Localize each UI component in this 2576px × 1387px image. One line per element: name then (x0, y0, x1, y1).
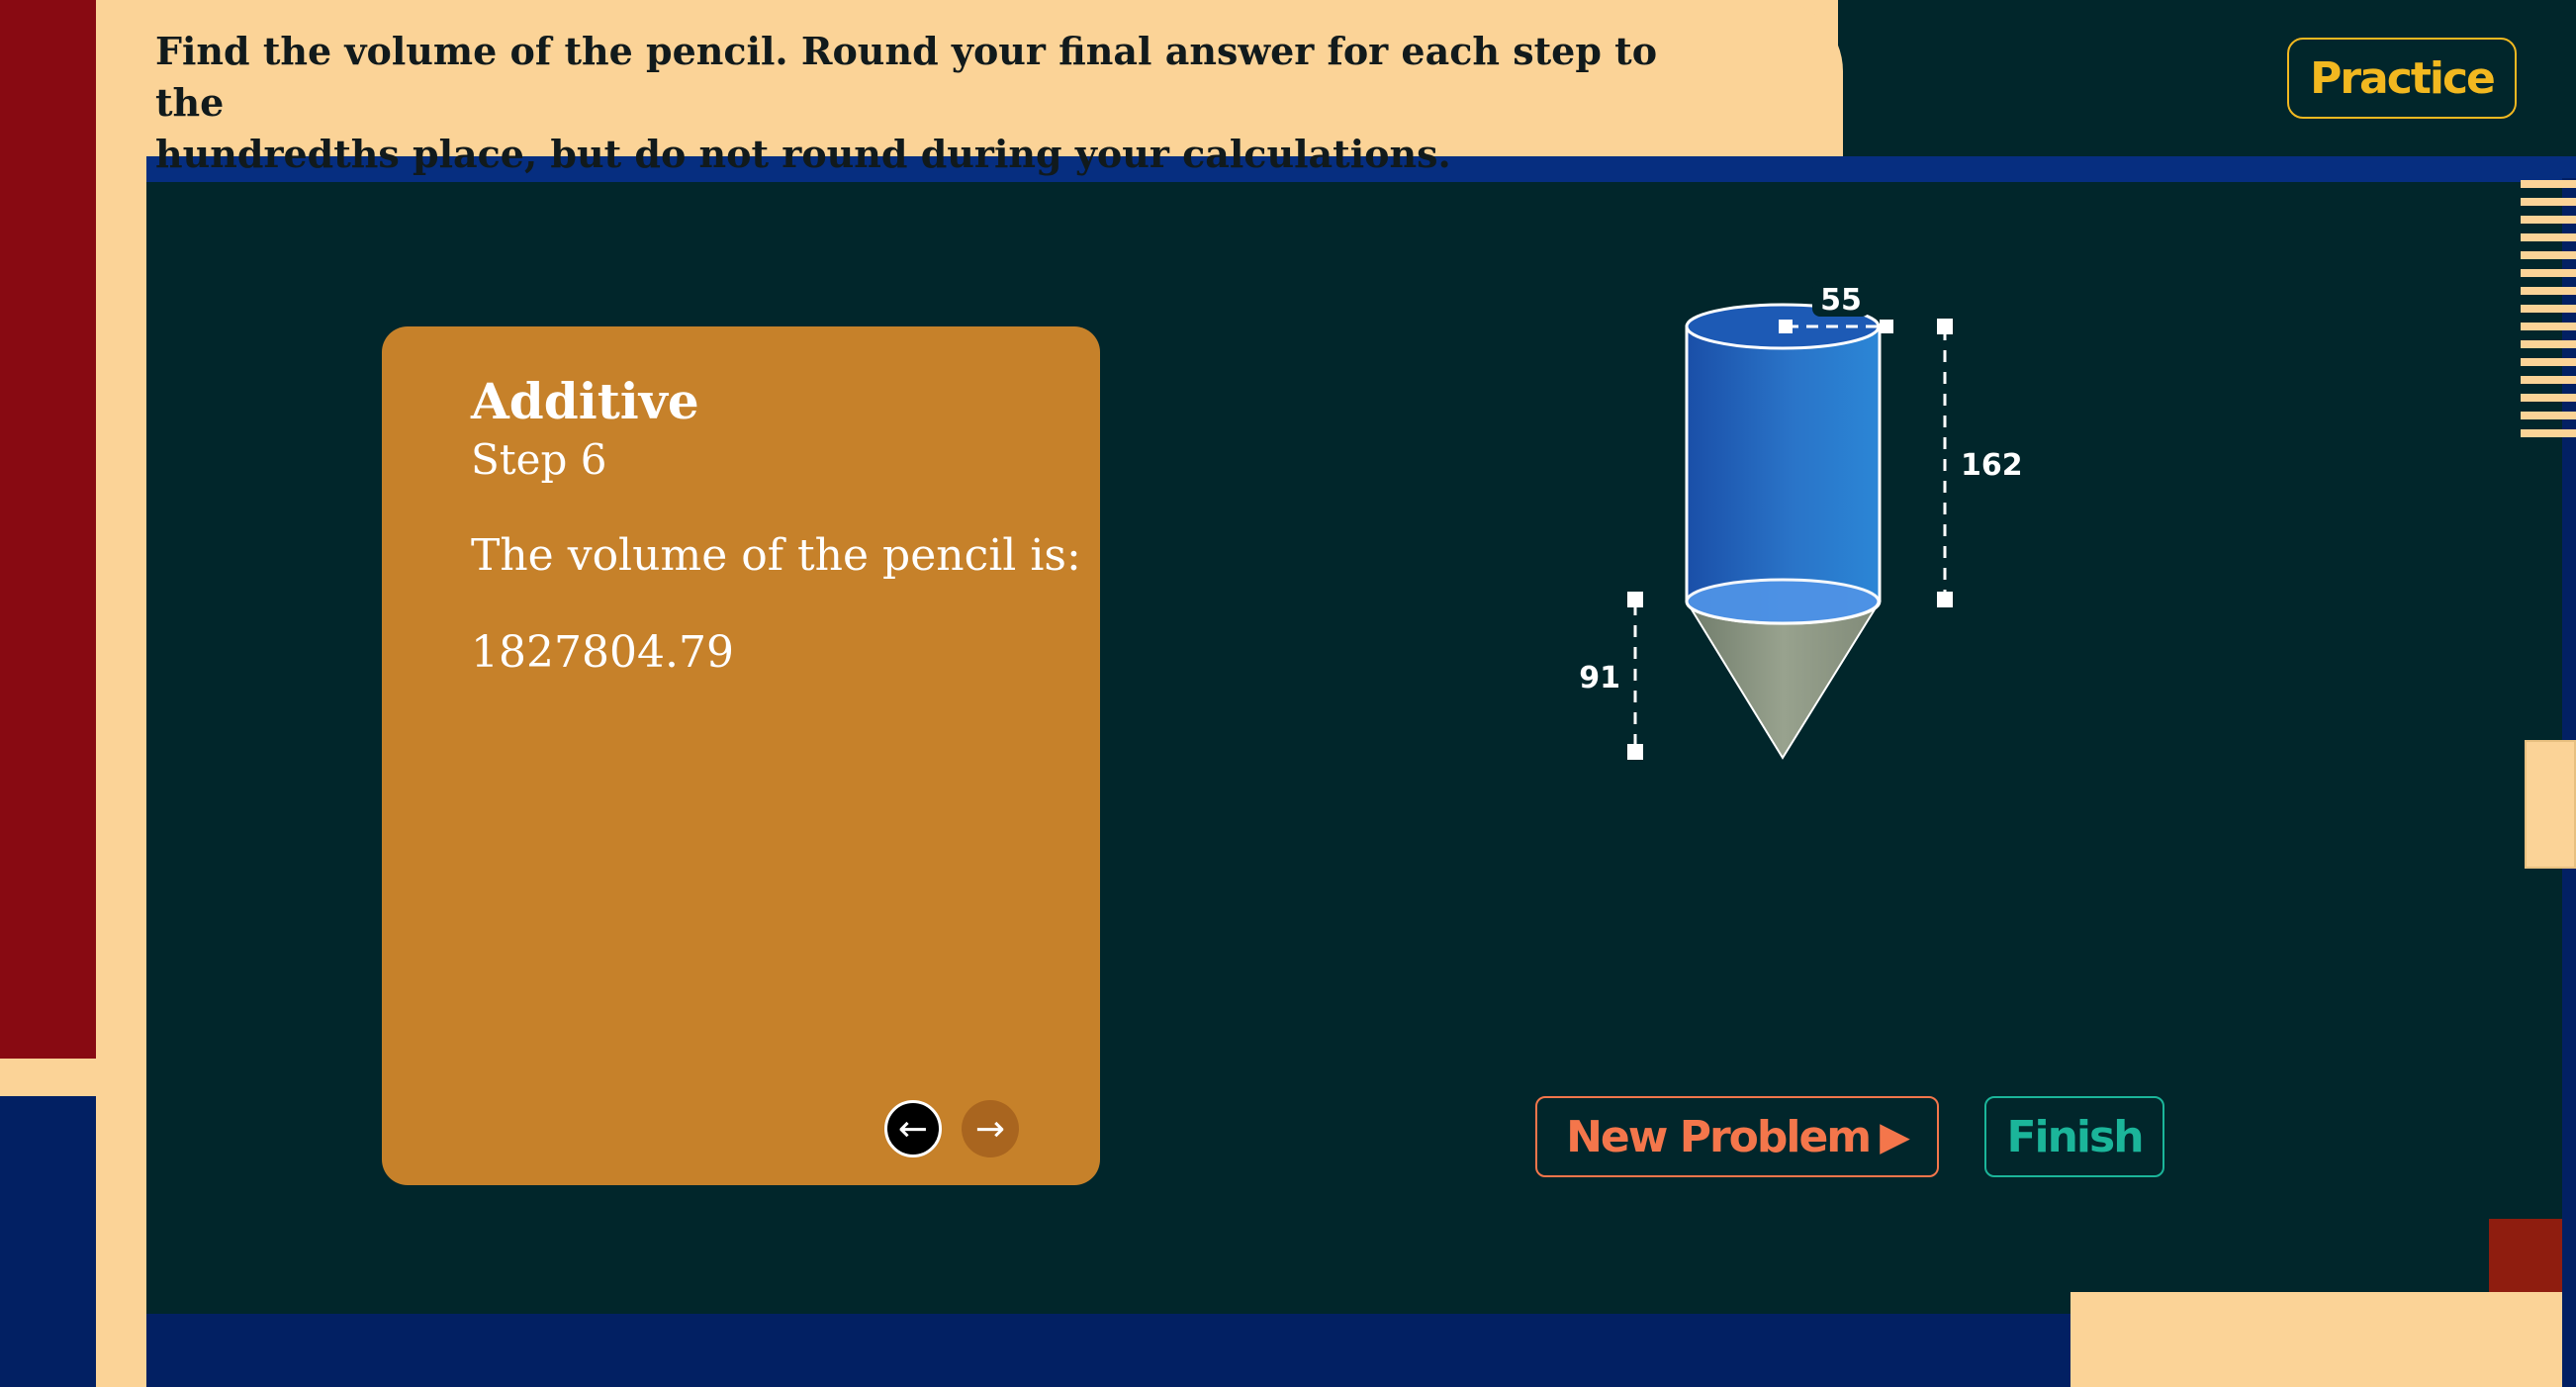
step-number: Step 6 (471, 435, 607, 484)
cone-height-label: 91 (1579, 661, 1620, 695)
step-card: Additive Step 6 The volume of the pencil… (382, 326, 1100, 1185)
step-description: The volume of the pencil is: (471, 530, 1081, 581)
arrow-left-icon: ← (897, 1108, 929, 1150)
height-endpoint (1937, 592, 1953, 607)
stripe (2521, 412, 2576, 419)
diameter-label: 55 (1820, 283, 1862, 318)
stripe (2521, 269, 2576, 277)
diameter-endpoint (1779, 320, 1793, 333)
stripe (2521, 376, 2576, 384)
stripe (2521, 216, 2576, 224)
stripe (2521, 180, 2576, 188)
stripe (2521, 394, 2576, 402)
cone-tip (1685, 601, 1882, 760)
diameter-endpoint (1880, 320, 1893, 333)
play-icon: ▶ (1880, 1114, 1910, 1159)
question-line-2: hundredths place, but do not round durin… (155, 132, 1451, 176)
previous-step-button[interactable]: ← (884, 1100, 942, 1157)
cone-height-endpoint (1627, 592, 1643, 607)
cylinder-height-label: 162 (1961, 448, 2023, 483)
next-step-button[interactable]: → (962, 1100, 1019, 1157)
right-edge-tab (2525, 740, 2576, 869)
practice-badge: Practice (2287, 38, 2517, 119)
step-card-title: Additive (471, 372, 699, 430)
stripe (2521, 340, 2576, 348)
stripe (2521, 198, 2576, 206)
left-red-panel (0, 0, 96, 1059)
stripe (2521, 323, 2576, 330)
step-answer: 1827804.79 (471, 627, 734, 678)
new-problem-button[interactable]: New Problem ▶ (1535, 1096, 1939, 1177)
stripe (2521, 233, 2576, 241)
finish-button[interactable]: Finish (1984, 1096, 2164, 1177)
stripe (2521, 429, 2576, 437)
cone-height-endpoint (1627, 744, 1643, 760)
stripe (2521, 358, 2576, 366)
question-banner: Find the volume of the pencil. Round you… (96, 0, 1843, 176)
new-problem-label: New Problem (1566, 1111, 1872, 1162)
bottom-rust-block (2489, 1219, 2562, 1292)
pencil-figure: 55 162 91 (1579, 281, 2023, 760)
question-line-1: Find the volume of the pencil. Round you… (155, 29, 1658, 125)
arrow-right-icon: → (974, 1108, 1006, 1150)
left-blue-panel (0, 1096, 96, 1387)
bottom-blue-band (146, 1314, 2070, 1387)
stripe (2521, 251, 2576, 259)
question-text: Find the volume of the pencil. Round you… (155, 26, 1738, 180)
cylinder-bottom-face (1685, 578, 1881, 625)
stripe (2521, 287, 2576, 295)
height-endpoint (1937, 319, 1953, 334)
bottom-cream-block (2070, 1292, 2576, 1387)
stripe (2521, 305, 2576, 313)
